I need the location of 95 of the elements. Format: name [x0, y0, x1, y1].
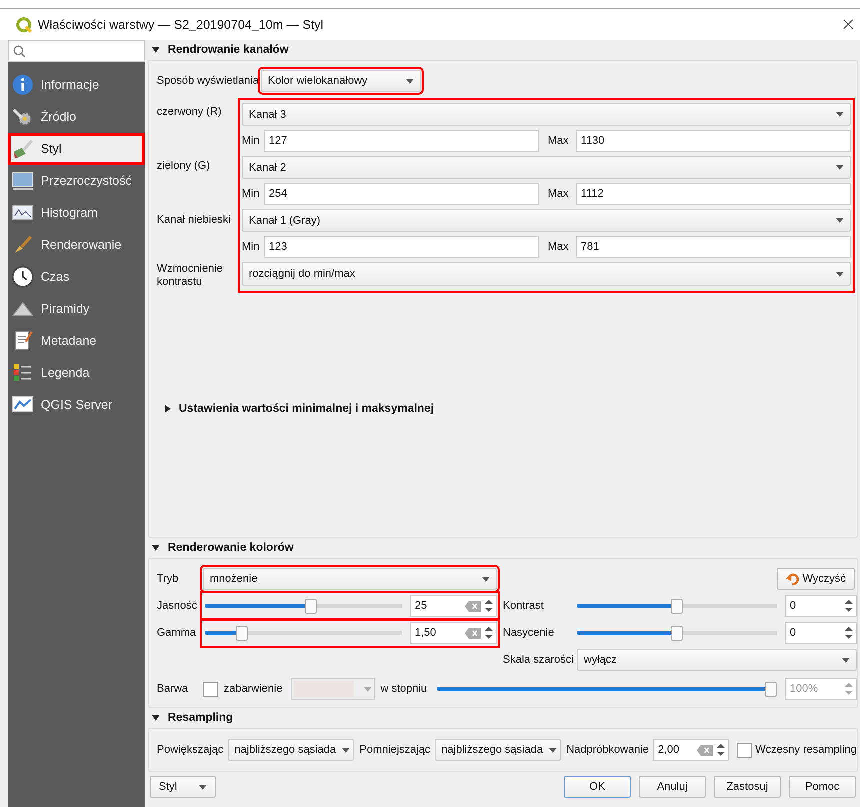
legend-icon	[12, 362, 34, 384]
slider-control[interactable]: 1,50	[203, 621, 497, 645]
reset-button[interactable]: Wyczyść	[776, 568, 855, 590]
spin-arrows-icon[interactable]	[716, 743, 725, 757]
slider-handle[interactable]	[671, 598, 683, 614]
slider-label: Jasność	[157, 600, 198, 612]
sidebar-item[interactable]: QGIS Server	[8, 389, 145, 421]
band-dropdown[interactable]: Kanał 1 (Gray)	[242, 209, 851, 232]
band-dropdown[interactable]: Kanał 3	[242, 103, 851, 126]
field-label: Tryb	[157, 573, 180, 585]
render-type-dropdown[interactable]: Kolor wielokanałowy	[261, 70, 421, 92]
max-field[interactable]: 781	[576, 236, 851, 258]
spin-arrows-icon[interactable]	[845, 626, 853, 640]
spin-arrows-icon[interactable]	[485, 599, 493, 613]
checkbox-label: Wczesny resampling	[756, 744, 857, 756]
paintbrush-icon	[12, 138, 34, 160]
color-picker-button[interactable]	[290, 678, 375, 700]
dialog-button[interactable]: OK	[564, 776, 631, 798]
collapse-arrow-icon[interactable]	[152, 545, 160, 551]
slider-handle[interactable]	[236, 626, 248, 640]
contrast-enhancement-dropdown[interactable]: rozciągnij do min/max	[242, 262, 851, 286]
min-field[interactable]: 254	[264, 183, 539, 205]
brush-icon	[12, 234, 34, 256]
collapse-arrow-icon[interactable]	[152, 715, 160, 721]
section-title: Rendrowanie kanałów	[168, 44, 289, 56]
style-menu-button[interactable]: Styl	[150, 776, 216, 798]
field-label: Barwa	[157, 683, 190, 695]
section-title: Renderowanie kolorów	[168, 542, 294, 554]
slider-handle[interactable]	[304, 598, 317, 614]
slider-control[interactable]: 25	[203, 594, 497, 618]
search-icon	[13, 44, 26, 58]
zoom-in-resampling-dropdown[interactable]: najbliższego sąsiada	[228, 739, 354, 761]
spin-box[interactable]: 0	[785, 595, 857, 617]
sidebar-item[interactable]: Czas	[8, 261, 145, 293]
checkbox-label: zabarwienie	[224, 683, 283, 695]
sidebar-item[interactable]: Informacje	[8, 69, 145, 101]
early-resampling-checkbox[interactable]	[736, 742, 752, 758]
field-label: Pomniejszając	[360, 744, 431, 756]
field-label: Wzmocnienie kontrastu	[157, 263, 224, 290]
dialog-button[interactable]: Pomoc	[789, 776, 856, 798]
spin-arrows-icon[interactable]	[845, 599, 853, 613]
band-label: Kanał niebieski	[157, 213, 232, 228]
blend-mode-dropdown[interactable]: mnożenie	[203, 568, 497, 590]
sidebar-item[interactable]: Histogram	[8, 197, 145, 229]
field-label: Sposób wyświetlania	[157, 75, 260, 87]
dialog-button[interactable]: Zastosuj	[714, 776, 781, 798]
spin-box[interactable]: 25	[410, 595, 497, 617]
spin-box[interactable]: 2,00	[653, 739, 729, 761]
gear-icon	[12, 106, 34, 128]
min-field[interactable]: 123	[264, 236, 539, 258]
max-field[interactable]: 1130	[576, 130, 851, 152]
grayscale-dropdown[interactable]: wyłącz	[577, 649, 857, 671]
slider-label: Gamma	[157, 627, 198, 639]
sidebar-item[interactable]: Renderowanie	[8, 229, 145, 261]
slider-label: Kontrast	[503, 600, 545, 612]
section-title: Resampling	[168, 712, 234, 724]
spin-arrows-icon[interactable]	[485, 626, 493, 640]
max-label: Max	[548, 241, 570, 253]
sidebar-item[interactable]: Styl	[8, 133, 145, 165]
monitor-icon	[12, 170, 34, 192]
slider-label: Nasycenie	[503, 627, 556, 639]
window-title: Właściwości warstwy — S2_20190704_10m — Styl	[38, 18, 325, 32]
sidebar-item[interactable]: Przezroczystość	[8, 165, 145, 197]
section-title: Ustawienia wartości minimalnej i maksymalnej	[179, 403, 434, 415]
collapse-arrow-icon[interactable]	[152, 47, 160, 53]
min-label: Min	[242, 241, 261, 253]
max-label: Max	[548, 188, 570, 200]
app-logo-icon	[16, 16, 32, 32]
band-dropdown[interactable]: Kanał 2	[242, 156, 851, 179]
sidebar-item[interactable]: Metadane	[8, 325, 145, 357]
band-label: czerwony (R)	[157, 105, 223, 120]
slider-label: w stopniu	[380, 683, 428, 695]
min-label: Min	[242, 135, 261, 147]
clock-icon	[12, 266, 34, 288]
max-label: Max	[548, 135, 570, 147]
min-field[interactable]: 127	[264, 130, 539, 152]
sidebar-item[interactable]: Źródło	[8, 101, 145, 133]
spin-box[interactable]: 0	[785, 622, 857, 644]
spin-box[interactable]: 1,50	[410, 622, 497, 644]
info-icon	[12, 74, 34, 96]
slider-handle[interactable]	[671, 626, 683, 640]
dialog-button[interactable]: Anuluj	[639, 776, 706, 798]
min-label: Min	[242, 188, 261, 200]
sidebar-item[interactable]: Piramidy	[8, 293, 145, 325]
band-label: zielony (G)	[157, 159, 212, 174]
max-field[interactable]: 1112	[576, 183, 851, 205]
sidebar-item[interactable]: Legenda	[8, 357, 145, 389]
field-label: Skala szarości	[503, 654, 575, 666]
field-label: Powiększając	[157, 744, 224, 756]
field-label: Nadpróbkowanie	[566, 744, 650, 756]
search-field[interactable]	[8, 40, 145, 62]
undo-icon	[786, 572, 799, 586]
close-icon[interactable]	[843, 19, 854, 30]
zoom-out-resampling-dropdown[interactable]: najbliższego sąsiada	[434, 739, 561, 761]
expand-arrow-icon[interactable]	[165, 405, 171, 413]
